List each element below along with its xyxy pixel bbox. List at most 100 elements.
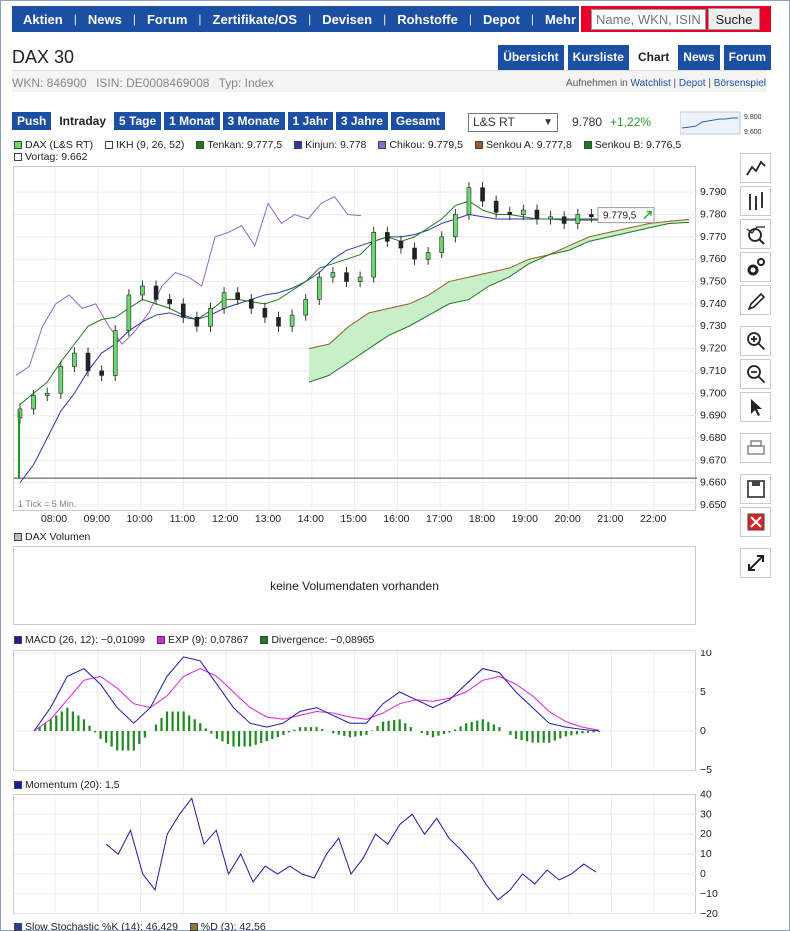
mini-chart[interactable]: 9.800 9.600 <box>680 110 770 136</box>
candle[interactable] <box>303 299 308 316</box>
candle[interactable] <box>548 216 553 220</box>
nav-item-mehr[interactable]: Mehr <box>534 12 587 27</box>
legend-item[interactable]: Divergence: −0,08965 <box>260 634 374 646</box>
boersenspiel-link[interactable]: Börsenspiel <box>714 78 766 89</box>
draw-tool-button[interactable] <box>740 285 771 315</box>
candle[interactable] <box>235 292 240 300</box>
candle[interactable] <box>575 214 581 224</box>
depot-link[interactable]: Depot <box>679 78 706 89</box>
legend-item[interactable]: MACD (26, 12): −0,01099 <box>14 634 145 646</box>
candle[interactable] <box>72 352 77 367</box>
macd-panel[interactable] <box>13 650 697 772</box>
nav-item-forum[interactable]: Forum <box>136 12 198 27</box>
candle[interactable] <box>480 187 485 202</box>
candle[interactable] <box>589 214 594 218</box>
candle[interactable] <box>99 370 104 376</box>
nav-item-depot[interactable]: Depot <box>472 12 531 27</box>
watchlist-link[interactable]: Watchlist <box>631 78 671 89</box>
candle[interactable] <box>276 317 281 327</box>
expand-button[interactable] <box>740 548 771 578</box>
zoom-out-button[interactable] <box>740 359 771 389</box>
nav-item-aktien[interactable]: Aktien <box>12 12 74 27</box>
candle[interactable] <box>412 247 417 260</box>
candle[interactable] <box>466 187 472 215</box>
candle[interactable] <box>194 317 200 327</box>
search-input[interactable] <box>591 8 706 30</box>
print-button[interactable] <box>740 433 771 463</box>
candle[interactable] <box>317 276 322 300</box>
legend-swatch[interactable] <box>378 141 387 149</box>
candle[interactable] <box>425 252 431 260</box>
search-button[interactable]: Suche <box>708 8 760 30</box>
range-button-0[interactable]: Push <box>12 112 52 130</box>
price-chart-panel[interactable]: 1 Tick = 5 Min. 9.779,5 <box>13 166 697 512</box>
candle[interactable] <box>507 211 513 215</box>
legend-item[interactable]: IKH (9, 26, 52) <box>105 139 184 151</box>
tab-4[interactable]: Forum <box>723 45 771 70</box>
candle[interactable] <box>208 308 213 327</box>
legend-item[interactable]: Kinjun: 9.778 <box>294 139 366 151</box>
legend-swatch[interactable] <box>260 636 269 644</box>
legend-item[interactable]: DAX (L&S RT) <box>14 139 93 151</box>
bar-tool-button[interactable] <box>740 186 771 216</box>
candle[interactable] <box>330 272 336 278</box>
macd-chart[interactable] <box>14 651 697 772</box>
range-button-3[interactable]: 1 Monat <box>164 112 220 130</box>
candle[interactable] <box>31 395 36 410</box>
legend-item[interactable]: DAX Volumen <box>14 531 90 543</box>
legend-swatch[interactable] <box>14 533 22 541</box>
candle[interactable] <box>248 299 254 309</box>
momentum-chart[interactable] <box>14 793 697 915</box>
candle[interactable] <box>126 294 132 332</box>
candle[interactable] <box>85 352 91 372</box>
candle[interactable] <box>344 272 349 282</box>
candle[interactable] <box>153 285 159 300</box>
candle[interactable] <box>180 303 186 318</box>
tab-0[interactable]: Übersicht <box>498 45 564 70</box>
candle[interactable] <box>289 314 295 327</box>
candle[interactable] <box>167 299 172 305</box>
legend-item[interactable]: Momentum (20): 1,5 <box>14 779 120 791</box>
legend-swatch[interactable] <box>14 153 22 161</box>
legend-item[interactable]: Senkou B: 9.776,5 <box>583 139 681 151</box>
legend-item[interactable]: Slow Stochastic %K (14): 46,429 <box>14 921 178 931</box>
candle[interactable] <box>221 292 227 309</box>
nav-item-devisen[interactable]: Devisen <box>311 12 383 27</box>
legend-swatch[interactable] <box>189 923 198 931</box>
candle[interactable] <box>439 236 445 253</box>
save-button[interactable] <box>740 474 771 504</box>
legend-item[interactable]: EXP (9): 0,07867 <box>156 634 248 646</box>
range-button-2[interactable]: 5 Tage <box>114 112 162 130</box>
legend-swatch[interactable] <box>14 923 22 931</box>
legend-swatch[interactable] <box>196 141 205 149</box>
legend-swatch[interactable] <box>294 141 303 149</box>
range-button-7[interactable]: Gesamt <box>390 112 445 130</box>
exchange-select[interactable]: L&S RT ▼ <box>468 113 558 132</box>
range-button-4[interactable]: 3 Monate <box>222 112 285 130</box>
nav-item-zertifikateos[interactable]: Zertifikate/OS <box>202 12 309 27</box>
line-tool-button[interactable] <box>740 153 771 183</box>
tab-3[interactable]: News <box>678 45 720 70</box>
momentum-panel[interactable] <box>13 793 697 915</box>
candle[interactable] <box>112 330 118 376</box>
candle[interactable] <box>453 214 458 238</box>
legend-swatch[interactable] <box>14 636 22 644</box>
candle[interactable] <box>140 285 145 296</box>
candle[interactable] <box>44 392 50 396</box>
candle[interactable] <box>58 366 64 394</box>
legend-item[interactable]: Chikou: 9.779,5 <box>378 139 463 151</box>
nav-item-rohstoffe[interactable]: Rohstoffe <box>386 12 469 27</box>
price-chart[interactable]: 1 Tick = 5 Min. 9.779,5 <box>14 167 697 512</box>
tab-2[interactable]: Chart <box>632 45 675 70</box>
legend-item[interactable]: Tenkan: 9.777,5 <box>196 139 282 151</box>
zoom-in-button[interactable] <box>740 326 771 356</box>
legend-swatch[interactable] <box>474 141 483 149</box>
settings-button[interactable] <box>740 252 771 282</box>
legend-swatch[interactable] <box>156 636 165 644</box>
legend-swatch[interactable] <box>14 141 22 149</box>
delete-button[interactable] <box>740 507 771 537</box>
legend-item[interactable]: Vortag: 9.662 <box>14 151 87 163</box>
range-button-1[interactable]: Intraday <box>54 112 112 130</box>
candle[interactable] <box>262 308 268 318</box>
candle[interactable] <box>534 209 540 220</box>
